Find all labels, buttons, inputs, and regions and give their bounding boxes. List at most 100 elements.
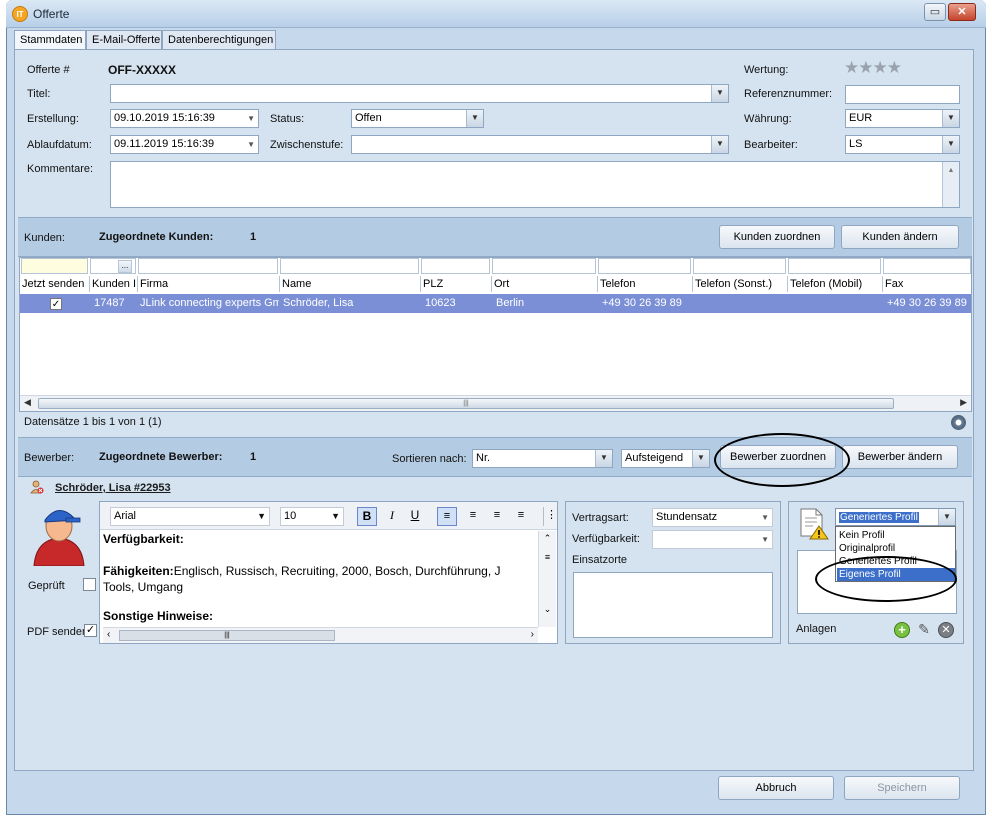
ablauf-value: 09.11.2019 15:16:39	[114, 138, 215, 150]
column-header[interactable]: Telefon (Mobil)	[788, 276, 883, 292]
speichern-button[interactable]: Speichern	[844, 776, 960, 800]
titel-input[interactable]: ▼	[110, 84, 729, 103]
column-header[interactable]: Kunden I	[90, 276, 138, 292]
chevron-down-icon[interactable]: ▼	[942, 110, 959, 127]
rating-stars[interactable]: ★★★★	[844, 58, 902, 78]
tab-email-offerte[interactable]: E-Mail-Offerte	[86, 30, 162, 49]
column-header[interactable]: PLZ	[421, 276, 492, 292]
tab-stammdaten[interactable]: Stammdaten	[14, 30, 86, 50]
scroll-thumb[interactable]: |||	[38, 398, 894, 409]
bullet-list-icon[interactable]: ⋮	[543, 507, 557, 526]
gear-icon[interactable]	[951, 415, 966, 430]
chevron-down-icon[interactable]: ▼	[692, 450, 709, 467]
jetzt-senden-checkbox[interactable]: ✓	[50, 298, 62, 310]
scroll-left-icon[interactable]: ‹	[107, 629, 110, 640]
chevron-down-icon[interactable]: ▼	[711, 85, 728, 102]
delete-icon[interactable]: ✕	[938, 622, 954, 638]
user-remove-icon[interactable]	[30, 480, 44, 494]
chevron-down-icon[interactable]: ▼	[938, 509, 955, 525]
italic-button[interactable]: I	[383, 507, 401, 526]
ablauf-date-input[interactable]: 09.11.2019 15:16:39 ▼	[110, 135, 259, 154]
align-right-icon[interactable]: ≡	[488, 507, 506, 526]
einsatzorte-list[interactable]	[573, 572, 773, 638]
kunden-aendern-button[interactable]: Kunden ändern	[841, 225, 959, 249]
kommentare-scrollbar[interactable]: ▲ ▼	[942, 162, 959, 207]
kunden-zuordnen-button[interactable]: Kunden zuordnen	[719, 225, 835, 249]
waehrung-select[interactable]: EUR ▼	[845, 109, 960, 128]
scroll-down-icon[interactable]: ⌄	[539, 604, 556, 615]
add-icon[interactable]: +	[894, 622, 910, 638]
scroll-down-icon[interactable]: ▼	[943, 201, 959, 207]
align-left-icon[interactable]: ≡	[437, 507, 457, 526]
filter-cell[interactable]	[788, 258, 881, 274]
chevron-down-icon[interactable]: ▼	[942, 136, 959, 153]
profil-selected-value: Generiertes Profil	[839, 512, 919, 523]
chevron-down-icon[interactable]: ▼	[761, 509, 769, 526]
rt-skills-text: Englisch, Russisch, Recruiting, 2000, Bo…	[173, 564, 501, 578]
profil-option[interactable]: Originalprofil	[837, 542, 955, 555]
minimize-button[interactable]: ▭	[924, 3, 946, 21]
scroll-thumb[interactable]: ≡	[539, 552, 556, 562]
chevron-down-icon[interactable]: ▼	[331, 508, 340, 525]
sort-field-select[interactable]: Nr. ▼	[472, 449, 613, 468]
bewerber-aendern-button[interactable]: Bewerber ändern	[842, 445, 958, 469]
filter-cell[interactable]	[492, 258, 596, 274]
scroll-right-icon[interactable]: ›	[531, 629, 534, 640]
column-header[interactable]: Fax	[883, 276, 971, 292]
edit-pencil-icon[interactable]: ✎	[916, 621, 932, 637]
scroll-left-icon[interactable]: ◀	[24, 397, 31, 408]
profil-select[interactable]: Generiertes Profil ▼	[835, 508, 956, 526]
column-header[interactable]: Jetzt senden	[20, 276, 90, 292]
chevron-down-icon[interactable]: ▼	[595, 450, 612, 467]
abbruch-button[interactable]: Abbruch	[718, 776, 834, 800]
filter-cell[interactable]	[21, 258, 88, 274]
chevron-down-icon[interactable]: ▼	[466, 110, 483, 127]
filter-cell[interactable]	[280, 258, 419, 274]
candidate-name-link[interactable]: Schröder, Lisa #22953	[55, 482, 171, 494]
profil-option[interactable]: Kein Profil	[837, 529, 955, 542]
align-center-icon[interactable]: ≡	[464, 507, 482, 526]
column-header[interactable]: Telefon	[598, 276, 693, 292]
pdf-senden-checkbox[interactable]: ✓	[84, 624, 97, 637]
column-header[interactable]: Telefon (Sonst.)	[693, 276, 788, 292]
verfuegbarkeit-select[interactable]: ▼	[652, 530, 773, 549]
scroll-up-icon[interactable]: ▲	[943, 162, 959, 179]
zwischenstufe-select[interactable]: ▼	[351, 135, 729, 154]
bearbeiter-select[interactable]: LS ▼	[845, 135, 960, 154]
chevron-down-icon[interactable]: ▼	[247, 110, 255, 127]
column-header[interactable]: Ort	[492, 276, 598, 292]
sort-order-select[interactable]: Aufsteigend ▼	[621, 449, 710, 468]
underline-button[interactable]: U	[406, 507, 424, 526]
editor-v-scrollbar[interactable]: ⌃ ≡ ⌄	[538, 531, 556, 627]
filter-cell[interactable]	[598, 258, 691, 274]
filter-cell[interactable]	[421, 258, 490, 274]
erstellung-date-input[interactable]: 09.10.2019 15:16:39 ▼	[110, 109, 259, 128]
chevron-down-icon[interactable]: ▼	[247, 136, 255, 153]
vertragsart-select[interactable]: Stundensatz ▼	[652, 508, 773, 527]
geprueft-checkbox[interactable]	[83, 578, 96, 591]
column-header[interactable]: Firma	[138, 276, 280, 292]
column-header[interactable]: Name	[280, 276, 421, 292]
scroll-thumb[interactable]: |||	[119, 630, 335, 641]
editor-h-scrollbar[interactable]: ‹ ||| ›	[103, 627, 538, 643]
chevron-down-icon[interactable]: ▼	[257, 508, 266, 525]
font-name-select[interactable]: Arial ▼	[110, 507, 270, 526]
align-justify-icon[interactable]: ≡	[512, 507, 530, 526]
filter-cell[interactable]	[693, 258, 786, 274]
referenz-input[interactable]	[845, 85, 960, 104]
scroll-right-icon[interactable]: ▶	[960, 397, 967, 408]
kommentare-textarea[interactable]: ▲ ▼	[110, 161, 960, 208]
tab-datenberechtigungen[interactable]: Datenberechtigungen	[162, 30, 276, 49]
scroll-up-icon[interactable]: ⌃	[539, 533, 556, 544]
filter-cell[interactable]	[883, 258, 971, 274]
filter-cell[interactable]	[138, 258, 278, 274]
bold-button[interactable]: B	[357, 507, 377, 526]
close-button[interactable]: ✕	[948, 3, 976, 21]
chevron-down-icon[interactable]: ▼	[761, 531, 769, 548]
font-size-select[interactable]: 10 ▼	[280, 507, 344, 526]
filter-button[interactable]: ...	[118, 260, 132, 273]
kunden-h-scrollbar[interactable]: ◀ ||| ▶	[20, 395, 971, 411]
status-select[interactable]: Offen ▼	[351, 109, 484, 128]
chevron-down-icon[interactable]: ▼	[711, 136, 728, 153]
rich-text-editor[interactable]: Arial ▼ 10 ▼ B I U ≡ ≡ ≡ ≡ ⋮ Verfügbarke…	[99, 501, 558, 644]
